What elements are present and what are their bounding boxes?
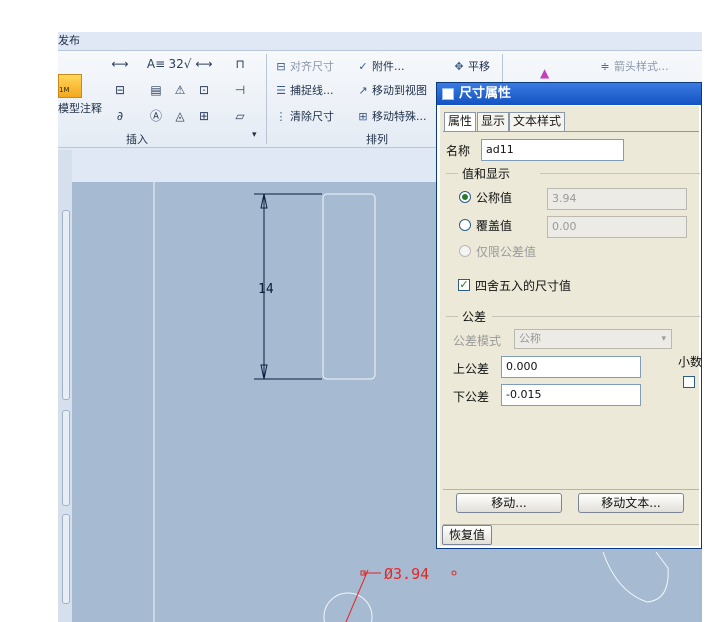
tab-display[interactable]: 显示 (477, 112, 510, 131)
ribbon-separator (266, 54, 267, 144)
move-special-tool[interactable]: ⊞ 移动特殊... (356, 108, 426, 126)
diameter-annotation: Ø3.94 (384, 565, 429, 583)
arrow-style-tool[interactable]: ≑ 箭头样式... (598, 58, 668, 76)
name-label: 名称 (446, 144, 471, 158)
tab-divider (443, 131, 699, 132)
datum-icon[interactable]: ⊓ (228, 56, 252, 72)
lower-tol-field[interactable]: -0.015 (501, 384, 641, 406)
upper-tol-label: 上公差 (453, 362, 490, 376)
move-to-view-tool[interactable]: ↗ 移动到视图 (356, 82, 427, 100)
dialog-body: 属性 显示 文本样式 名称 ad11 值和显示 公称值 3.94 覆盖值 0.0… (440, 106, 703, 546)
tab-text-style[interactable]: 文本样式 (509, 112, 566, 131)
override-label: 覆盖值 (476, 219, 513, 233)
surface-finish-icon[interactable]: 32√ (168, 56, 192, 72)
tol-mode-label: 公差模式 (453, 334, 502, 348)
rail-panel-tab[interactable] (62, 210, 70, 400)
frame-line (446, 173, 458, 174)
frame-line (446, 316, 458, 317)
decimal-checkbox[interactable] (683, 376, 695, 388)
symbol-icon[interactable]: ⊡ (192, 82, 216, 98)
dimension-icon[interactable]: ⟷ (108, 56, 132, 72)
arrow-style-icon: ≑ (600, 60, 610, 73)
frame-line (540, 173, 700, 174)
tol-mode-select[interactable]: 公称 ▾ (514, 329, 672, 349)
annotation-anchor (451, 570, 457, 576)
ribbon-tab-publish[interactable]: 发布 (58, 32, 80, 48)
lower-tol-label: 下公差 (453, 390, 490, 404)
upper-tol-field[interactable]: 0.000 (501, 356, 641, 378)
nominal-radio[interactable] (459, 191, 471, 203)
flatness-icon[interactable]: ▱ (228, 108, 252, 124)
override-value-field[interactable]: 0.00 (547, 216, 687, 238)
slot-outline (602, 551, 669, 603)
nominal-value-field[interactable]: 3.94 (547, 188, 687, 210)
round-label: 四舍五入的尺寸值 (475, 279, 572, 293)
name-field[interactable]: ad11 (481, 139, 624, 161)
move-icon: ✥ (454, 60, 464, 73)
dialog-icon (442, 88, 454, 100)
ordinate-dim-icon[interactable]: ⟷ (192, 56, 216, 72)
move-special-icon: ⊞ (358, 110, 368, 123)
override-radio[interactable] (459, 219, 471, 231)
leader-line (345, 569, 369, 622)
chevron-down-icon: ▾ (661, 334, 666, 344)
group-insert-label: 插入 (126, 133, 148, 146)
align-dim-tool[interactable]: ⊟ 对齐尺寸 (274, 58, 334, 76)
align-icon: ⊟ (276, 60, 286, 73)
gtol-icon[interactable]: ◬ (168, 108, 192, 124)
restore-values-button[interactable]: 恢复值 (442, 525, 492, 545)
tol-only-label: 仅限公差值 (476, 245, 537, 259)
nominal-label: 公称值 (476, 191, 513, 205)
tolerance-group-label: 公差 (462, 310, 487, 324)
decimal-label: 小数 (678, 355, 703, 369)
rail-panel-tab-2[interactable] (62, 410, 70, 506)
ref-dim-icon[interactable]: ⊟ (108, 82, 132, 98)
tab-properties[interactable]: 属性 (444, 112, 477, 132)
dialog-title[interactable]: 尺寸属性 (437, 83, 701, 105)
note-icon[interactable]: A≡ (144, 56, 168, 72)
clear-dim-tool[interactable]: ⋮ 清除尺寸 (274, 108, 335, 126)
capture-line-tool[interactable]: ☰ 捕捉线... (274, 82, 333, 100)
insert-dropdown-icon[interactable]: ▾ (252, 130, 257, 140)
curve-icon[interactable]: ∂ (108, 108, 132, 124)
baseline-icon[interactable]: ⊣ (228, 82, 252, 98)
attach-icon: ✓ (358, 60, 368, 73)
move-text-button[interactable]: 移动文本... (578, 493, 684, 513)
datum-target-icon[interactable]: Ⓐ (144, 108, 168, 124)
attach-tool[interactable]: ✓ 附件... (356, 58, 404, 76)
frame-line (443, 489, 699, 490)
clear-dim-icon: ⋮ (275, 110, 287, 123)
move-view-icon: ↗ (358, 84, 368, 97)
capture-line-icon: ☰ (276, 84, 286, 97)
ribbon-separator-2 (502, 54, 503, 84)
frame-line (492, 316, 700, 317)
model-annotation-label[interactable]: 模型注释 (58, 100, 102, 118)
table-icon[interactable]: ▤ (144, 82, 168, 98)
grid-icon[interactable]: ⊞ (192, 108, 216, 124)
value-group-label: 值和显示 (462, 167, 511, 181)
group-arrange-label: 排列 (366, 133, 388, 146)
warning-icon[interactable]: ⚠ (168, 82, 192, 98)
round-checkbox[interactable]: ✓ (458, 279, 470, 291)
tol-only-radio[interactable] (459, 245, 471, 257)
pan-tool[interactable]: ✥ 平移 (452, 58, 490, 76)
insert-tools: ⟷ A≡ 32√ ⟷ ⊓ ⊟ ▤ ⚠ ⊡ ⊣ ∂ Ⓐ ◬ ⊞ ▱ (108, 56, 258, 128)
dimension-properties-dialog: 尺寸属性 属性 显示 文本样式 名称 ad11 值和显示 公称值 3.94 覆盖… (436, 82, 702, 549)
rail-panel-tab-3[interactable] (62, 514, 70, 604)
dimension-value: 14 (258, 282, 274, 297)
model-annotation-icon[interactable]: 1M (58, 74, 82, 98)
part-outline (322, 193, 376, 380)
style-icon[interactable]: ▲ (540, 66, 554, 80)
move-button[interactable]: 移动... (456, 493, 562, 513)
